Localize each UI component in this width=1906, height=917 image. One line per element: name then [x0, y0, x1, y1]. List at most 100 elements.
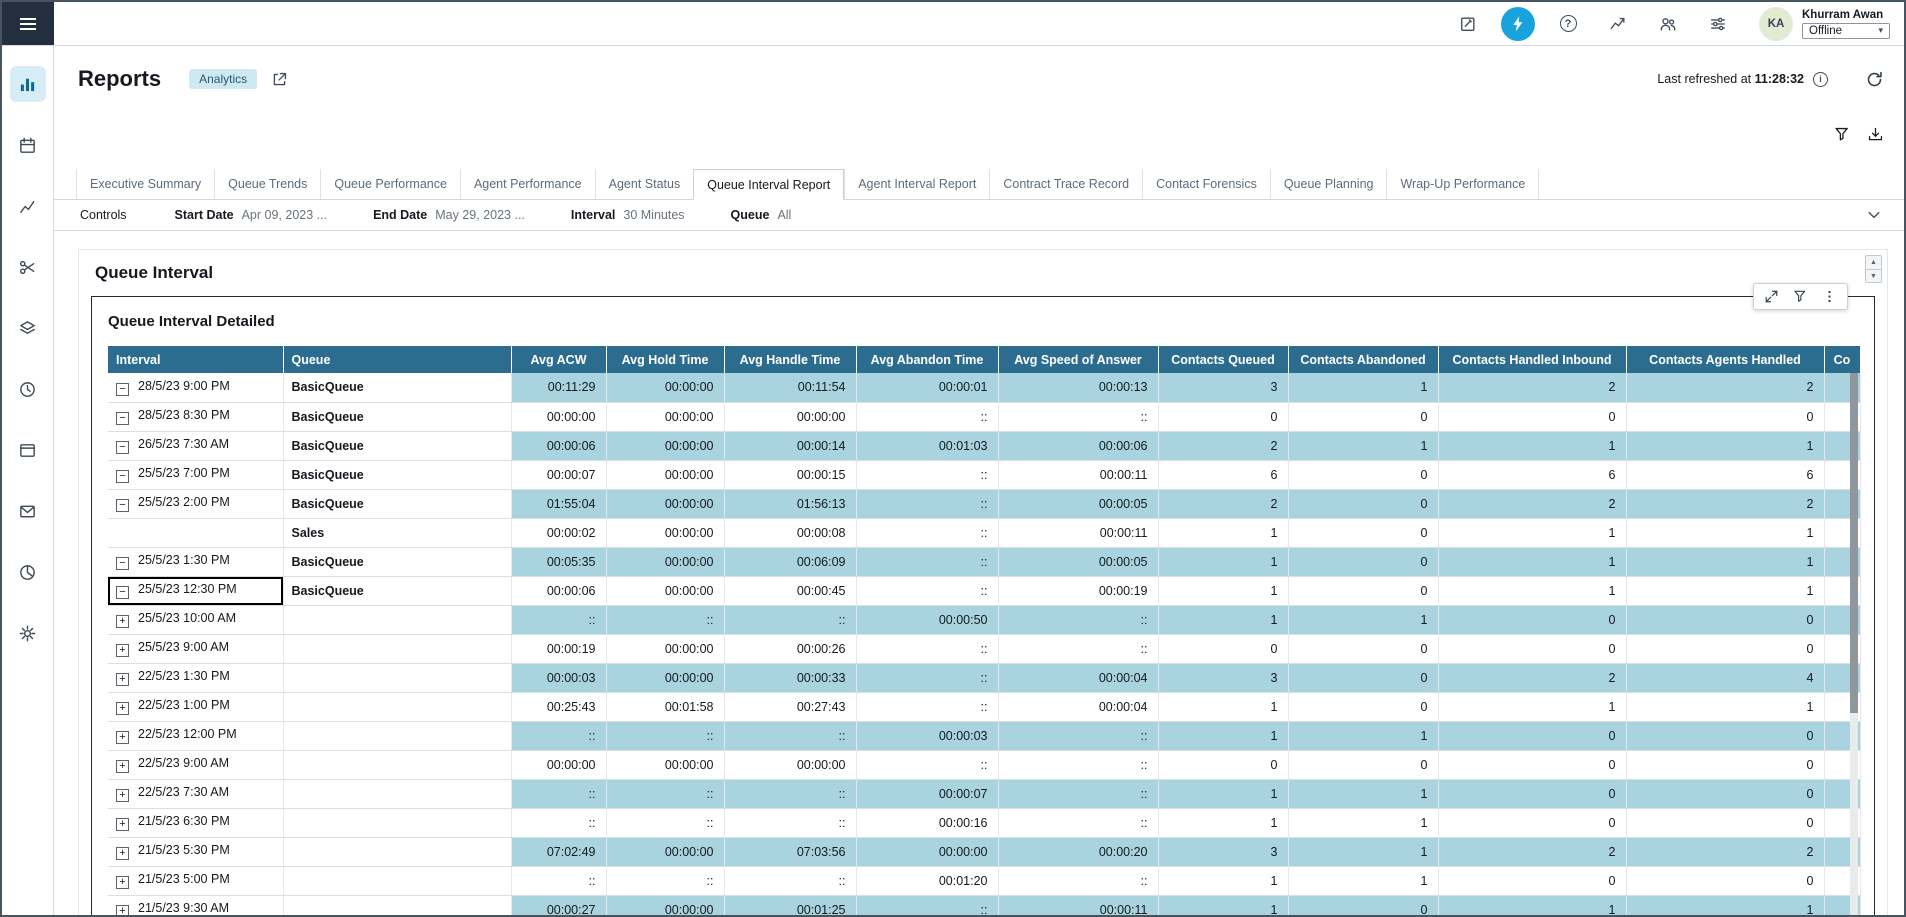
tab-queue-interval-report[interactable]: Queue Interval Report	[693, 169, 844, 200]
control-interval[interactable]: Interval30 Minutes	[571, 208, 685, 222]
tab-queue-planning[interactable]: Queue Planning	[1270, 169, 1387, 199]
tab-executive-summary[interactable]: Executive Summary	[76, 169, 214, 199]
collapse-row-icon[interactable]: −	[116, 383, 129, 396]
notes-icon[interactable]	[1451, 7, 1485, 41]
column-header-avg-hold-time[interactable]: Avg Hold Time	[606, 346, 724, 373]
hamburger-menu-button[interactable]	[2, 2, 54, 45]
column-header-queue[interactable]: Queue	[283, 346, 511, 373]
sidebar-item-layers[interactable]	[10, 310, 46, 346]
queue-cell: BasicQueue	[283, 402, 511, 431]
sliders-icon[interactable]	[1701, 7, 1735, 41]
help-icon[interactable]: ?	[1551, 7, 1585, 41]
collapse-row-icon[interactable]: −	[116, 441, 129, 454]
control-end-date[interactable]: End DateMay 29, 2023 ...	[373, 208, 525, 222]
column-header-contacts-agents-handled[interactable]: Contacts Agents Handled	[1626, 346, 1824, 373]
interval-cell: −25/5/23 7:00 PM	[108, 460, 283, 489]
expand-row-icon[interactable]: +	[116, 731, 129, 744]
column-header-contacts-handled-inbound[interactable]: Contacts Handled Inbound	[1438, 346, 1626, 373]
collapse-row-icon[interactable]: −	[116, 499, 129, 512]
card-title: Queue Interval Detailed	[108, 313, 1858, 330]
value-cell: 1	[1158, 576, 1288, 605]
column-header-avg-acw[interactable]: Avg ACW	[511, 346, 606, 373]
expand-row-icon[interactable]: +	[116, 789, 129, 802]
sidebar-item-settings[interactable]	[10, 615, 46, 651]
sidebar-item-scissors[interactable]	[10, 249, 46, 285]
column-header-co[interactable]: Co	[1824, 346, 1860, 373]
trend-icon[interactable]	[1601, 7, 1635, 41]
sidebar-item-window[interactable]	[10, 432, 46, 468]
sidebar-item-calendar[interactable]	[10, 127, 46, 163]
expand-row-icon[interactable]: +	[116, 760, 129, 773]
users-icon[interactable]	[1651, 7, 1685, 41]
expand-row-icon[interactable]: +	[116, 673, 129, 686]
column-header-avg-speed-of-answer[interactable]: Avg Speed of Answer	[998, 346, 1158, 373]
value-cell: 0	[1288, 576, 1438, 605]
expand-row-icon[interactable]: +	[116, 644, 129, 657]
interval-label: 28/5/23 8:30 PM	[138, 408, 230, 422]
controls-collapse-chevron-icon[interactable]	[1866, 207, 1882, 223]
value-cell: 00:00:00	[606, 837, 724, 866]
control-queue[interactable]: QueueAll	[731, 208, 792, 222]
interval-cell: +22/5/23 7:30 AM	[108, 779, 283, 808]
collapse-row-icon[interactable]: −	[116, 557, 129, 570]
column-header-avg-abandon-time[interactable]: Avg Abandon Time	[856, 346, 998, 373]
card-filter-icon[interactable]	[1793, 289, 1808, 304]
sidebar-item-line-chart[interactable]	[10, 188, 46, 224]
tab-agent-performance[interactable]: Agent Performance	[460, 169, 595, 199]
external-link-icon[interactable]	[271, 71, 288, 88]
column-header-contacts-queued[interactable]: Contacts Queued	[1158, 346, 1288, 373]
tab-queue-trends[interactable]: Queue Trends	[214, 169, 320, 199]
value-cell: 2	[1158, 489, 1288, 518]
sidebar-item-mail[interactable]	[10, 493, 46, 529]
value-cell: ::	[856, 634, 998, 663]
expand-row-icon[interactable]: +	[116, 702, 129, 715]
expand-row-icon[interactable]: +	[116, 905, 129, 915]
control-value: 30 Minutes	[623, 208, 684, 222]
expand-icon[interactable]	[1764, 289, 1779, 304]
tab-wrap-up-performance[interactable]: Wrap-Up Performance	[1386, 169, 1539, 199]
column-header-avg-handle-time[interactable]: Avg Handle Time	[724, 346, 856, 373]
column-header-contacts-abandoned[interactable]: Contacts Abandoned	[1288, 346, 1438, 373]
scroll-up-icon[interactable]: ▲	[1866, 256, 1881, 269]
value-cell: 1	[1626, 576, 1824, 605]
value-cell: 00:00:16	[856, 808, 998, 837]
collapse-row-icon[interactable]: −	[116, 586, 129, 599]
queue-cell: Sales	[283, 518, 511, 547]
collapse-row-icon[interactable]: −	[116, 470, 129, 483]
expand-row-icon[interactable]: +	[116, 876, 129, 889]
sidebar-item-bar-chart[interactable]	[10, 66, 46, 102]
value-cell: 1	[1626, 692, 1824, 721]
scroll-down-icon[interactable]: ▼	[1866, 269, 1881, 282]
expand-row-icon[interactable]: +	[116, 615, 129, 628]
collapse-row-icon[interactable]: −	[116, 412, 129, 425]
table-scrollbar-thumb[interactable]	[1850, 373, 1858, 713]
sidebar-item-history[interactable]	[10, 371, 46, 407]
interval-label: 25/5/23 7:00 PM	[138, 466, 230, 480]
filter-icon[interactable]	[1834, 126, 1851, 143]
control-start-date[interactable]: Start DateApr 09, 2023 ...	[175, 208, 328, 222]
queue-cell: BasicQueue	[283, 547, 511, 576]
value-cell: ::	[724, 605, 856, 634]
bolt-icon[interactable]	[1501, 7, 1535, 41]
avatar[interactable]: KA	[1759, 7, 1793, 41]
interval-label: 28/5/23 9:00 PM	[138, 379, 230, 393]
export-icon[interactable]	[1867, 126, 1884, 143]
column-header-interval[interactable]: Interval	[108, 346, 283, 373]
tab-contact-forensics[interactable]: Contact Forensics	[1142, 169, 1270, 199]
tab-agent-interval-report[interactable]: Agent Interval Report	[844, 169, 989, 199]
value-cell: 1	[1158, 518, 1288, 547]
tab-queue-performance[interactable]: Queue Performance	[320, 169, 460, 199]
info-icon[interactable]: i	[1813, 72, 1828, 87]
table-scrollbar	[1850, 373, 1858, 915]
sidebar-item-pie-chart[interactable]	[10, 554, 46, 590]
value-cell: 3	[1158, 837, 1288, 866]
value-cell: 00:11:29	[511, 373, 606, 402]
calendar-icon	[18, 136, 37, 155]
refresh-icon[interactable]	[1865, 70, 1884, 89]
expand-row-icon[interactable]: +	[116, 818, 129, 831]
expand-row-icon[interactable]: +	[116, 847, 129, 860]
kebab-menu-icon[interactable]	[1822, 289, 1837, 304]
status-select[interactable]: Offline ▾	[1802, 23, 1890, 39]
tab-agent-status[interactable]: Agent Status	[595, 169, 694, 199]
tab-contract-trace-record[interactable]: Contract Trace Record	[989, 169, 1142, 199]
